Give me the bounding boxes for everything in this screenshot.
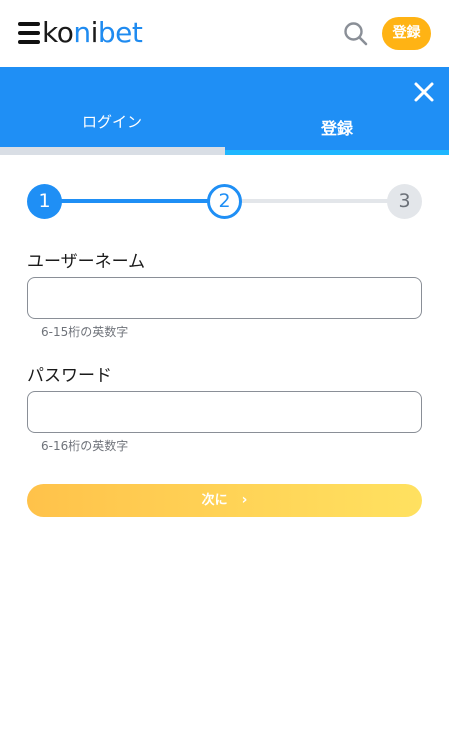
tab-login-label: ログイン — [81, 113, 142, 131]
search-icon[interactable] — [343, 21, 368, 46]
password-hint: 6-16桁の英数字 — [41, 439, 129, 453]
next-button-label: 次に — [201, 493, 228, 508]
step-3: 3 — [387, 184, 422, 219]
hamburger-menu-icon[interactable] — [18, 22, 40, 44]
app-logo[interactable]: konibet — [42, 14, 143, 52]
registration-stepper: 1 2 3 — [27, 184, 423, 219]
tab-register-active-indicator — [225, 150, 449, 155]
username-input[interactable] — [27, 277, 422, 319]
tab-register[interactable]: 登録 — [225, 67, 449, 155]
chevron-right-icon: › — [241, 492, 248, 508]
stepper-line-completed — [47, 199, 227, 203]
username-label: ユーザーネーム — [27, 252, 146, 272]
stepper-line-pending — [239, 199, 409, 203]
tab-login-indicator — [0, 147, 225, 155]
next-button[interactable]: 次に › — [27, 484, 422, 517]
username-hint: 6-15桁の英数字 — [41, 325, 129, 339]
step-1: 1 — [27, 184, 62, 219]
step-2-current: 2 — [207, 184, 242, 219]
password-input[interactable] — [27, 391, 422, 433]
tab-login[interactable]: ログイン — [0, 67, 224, 155]
signup-button[interactable]: 登録 — [382, 17, 431, 50]
auth-tabs-header: ログイン 登録 — [0, 67, 449, 155]
tab-register-label: 登録 — [320, 119, 353, 138]
password-label: パスワード — [27, 366, 112, 386]
top-bar: konibet 登録 — [0, 0, 449, 67]
